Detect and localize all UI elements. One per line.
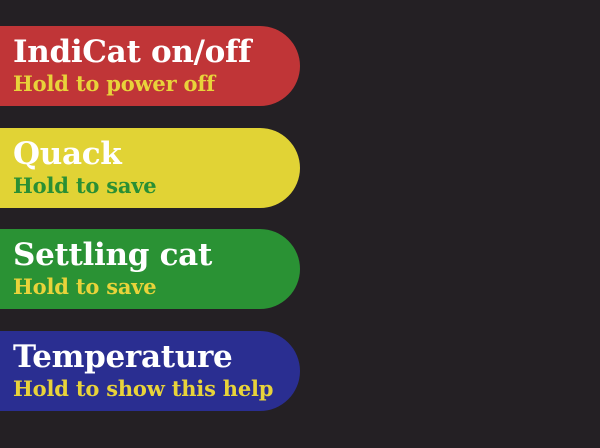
button-hint: Hold to save: [13, 274, 157, 299]
button-hint: Hold to power off: [13, 71, 216, 96]
button-title: Settling cat: [13, 237, 212, 273]
button-title: IndiCat on/off: [13, 34, 252, 70]
button-title: Temperature: [13, 339, 233, 375]
indicat-power-button[interactable]: IndiCat on/off Hold to power off: [0, 26, 300, 106]
settling-cat-button[interactable]: Settling cat Hold to save: [0, 229, 300, 309]
quack-button[interactable]: Quack Hold to save: [0, 128, 300, 208]
temperature-button[interactable]: Temperature Hold to show this help: [0, 331, 300, 411]
button-title: Quack: [13, 136, 122, 172]
button-hint: Hold to save: [13, 173, 157, 198]
button-hint: Hold to show this help: [13, 376, 274, 401]
